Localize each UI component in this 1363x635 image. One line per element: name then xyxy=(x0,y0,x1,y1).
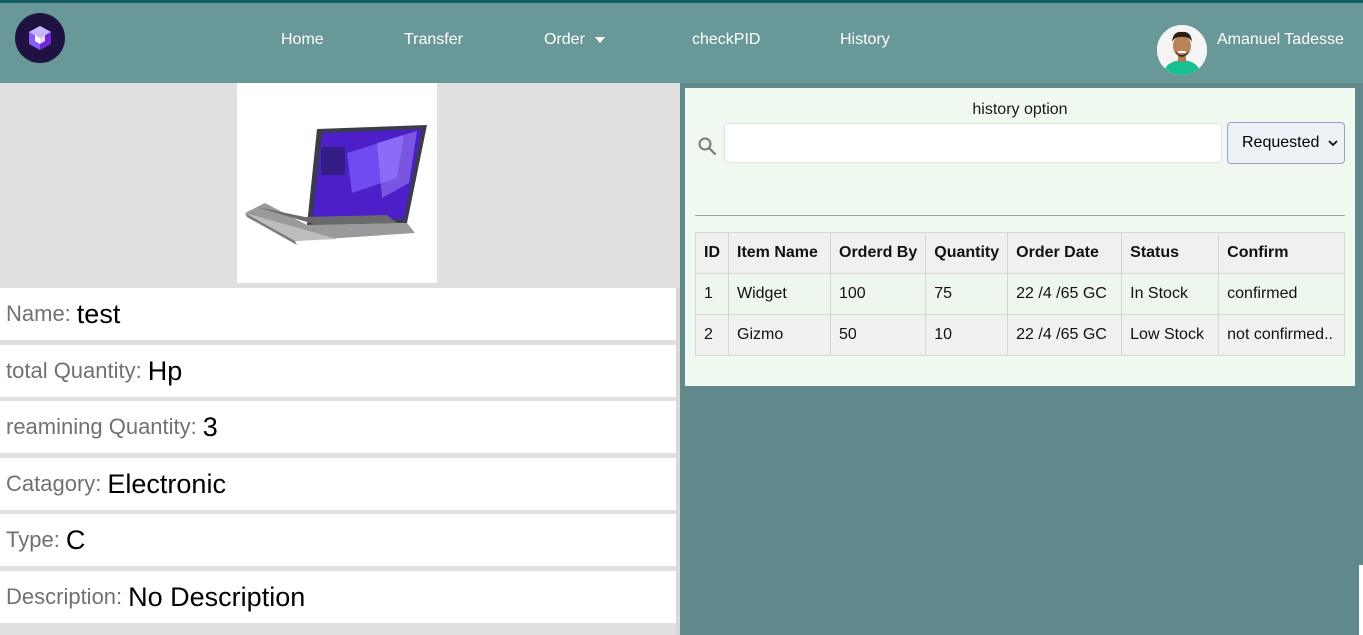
table-cell: Gizmo xyxy=(728,314,831,356)
field-value: Hp xyxy=(147,355,183,386)
history-search-input[interactable] xyxy=(724,123,1222,163)
column-header[interactable]: Orderd By xyxy=(829,232,927,274)
field-description-row: Description: No Description xyxy=(0,571,676,623)
nav-transfer[interactable]: Transfer xyxy=(404,31,463,49)
table-cell: Low Stock xyxy=(1121,314,1220,356)
column-header[interactable]: Status xyxy=(1121,232,1220,274)
column-header[interactable]: Order Date xyxy=(1007,232,1123,274)
divider xyxy=(695,215,1345,216)
search-icon xyxy=(698,137,717,156)
chevron-down-icon xyxy=(594,36,605,43)
field-value: test xyxy=(76,298,121,329)
table-row[interactable]: 1 Widget 100 75 22 /4 /65 GC In Stock co… xyxy=(695,273,1345,315)
product-detail-panel: Name: test total Quantity: Hp reamining … xyxy=(0,83,680,635)
history-panel: history option Requested ID Item Name Or… xyxy=(685,88,1355,386)
select-chevron-icon xyxy=(1328,140,1338,147)
column-header[interactable]: ID xyxy=(695,232,729,274)
field-label: Type: xyxy=(6,527,60,552)
history-table: ID Item Name Orderd By Quantity Order Da… xyxy=(695,232,1345,356)
nav-order-dropdown[interactable]: Order xyxy=(544,31,605,49)
field-label: Description: xyxy=(6,584,123,609)
field-type-row: Type: C xyxy=(0,514,676,566)
page-edge xyxy=(1359,565,1363,635)
field-total-quantity-row: total Quantity: Hp xyxy=(0,345,676,397)
table-header-row: ID Item Name Orderd By Quantity Order Da… xyxy=(695,232,1345,274)
field-label: Name: xyxy=(6,301,71,326)
field-label: total Quantity: xyxy=(6,358,142,383)
table-cell: not confirmed.. xyxy=(1218,314,1345,356)
table-cell: 50 xyxy=(829,314,927,356)
field-value: 3 xyxy=(202,411,218,442)
field-value: No Description xyxy=(128,581,306,612)
field-value: C xyxy=(65,524,86,555)
table-cell: Widget xyxy=(728,273,831,315)
history-filter-select[interactable]: Requested xyxy=(1227,122,1345,164)
table-cell: 22 /4 /65 GC xyxy=(1007,314,1123,356)
field-label: Catagory: xyxy=(6,471,102,496)
navbar: Home Transfer Order checkPID History Ama… xyxy=(0,3,1363,83)
table-cell: 10 xyxy=(925,314,1009,356)
field-category-row: Catagory: Electronic xyxy=(0,458,676,510)
table-cell: confirmed xyxy=(1218,273,1345,315)
nav-history[interactable]: History xyxy=(840,31,890,49)
logo-icon[interactable] xyxy=(15,13,65,63)
filter-selected-value: Requested xyxy=(1242,134,1320,151)
nav-home[interactable]: Home xyxy=(281,31,324,49)
field-label: reamining Quantity: xyxy=(6,414,197,439)
avatar-image[interactable] xyxy=(1157,25,1207,75)
field-remaining-quantity-row: reamining Quantity: 3 xyxy=(0,401,676,453)
nav-checkpid[interactable]: checkPID xyxy=(692,31,760,49)
column-header[interactable]: Item Name xyxy=(728,232,831,274)
field-value: Electronic xyxy=(107,468,226,499)
column-header[interactable]: Quantity xyxy=(925,232,1009,274)
nav-order-label: Order xyxy=(544,31,585,48)
laptop-image xyxy=(237,83,437,283)
column-header[interactable]: Confirm xyxy=(1218,232,1345,274)
table-cell: 100 xyxy=(829,273,927,315)
table-cell: 2 xyxy=(695,314,729,356)
panel-edge xyxy=(676,288,680,635)
table-cell: 22 /4 /65 GC xyxy=(1007,273,1123,315)
table-cell: In Stock xyxy=(1121,273,1220,315)
field-name-row: Name: test xyxy=(0,288,676,340)
table-row[interactable]: 2 Gizmo 50 10 22 /4 /65 GC Low Stock not… xyxy=(695,314,1345,356)
user-name[interactable]: Amanuel Tadesse xyxy=(1217,31,1344,49)
table-cell: 1 xyxy=(695,273,729,315)
table-cell: 75 xyxy=(925,273,1009,315)
history-title: history option xyxy=(972,101,1068,118)
